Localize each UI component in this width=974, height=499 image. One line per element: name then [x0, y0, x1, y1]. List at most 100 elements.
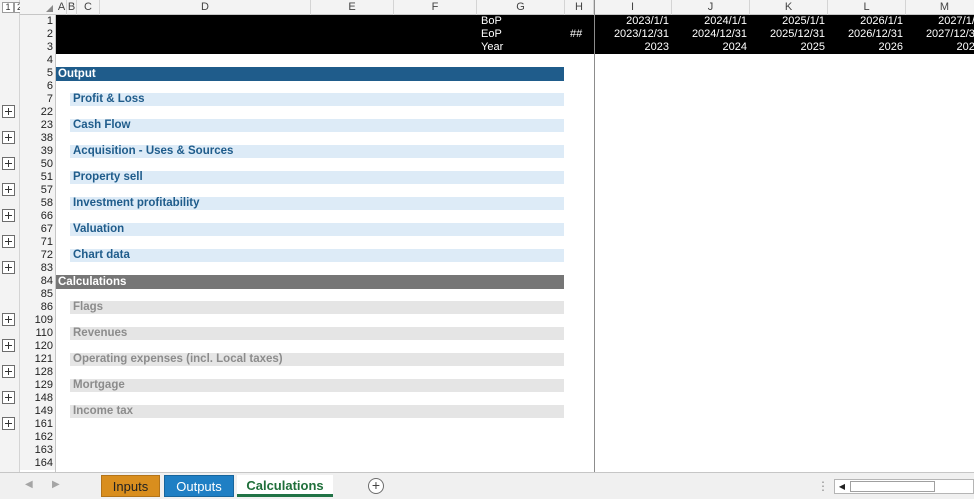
row-header-129[interactable]: 129	[20, 379, 56, 392]
period-start-5: 2027/1/1	[938, 15, 974, 27]
outline-level-1-button[interactable]: 1	[2, 2, 14, 13]
column-header-f[interactable]: F	[394, 0, 477, 15]
plus-box-icon[interactable]	[2, 365, 15, 378]
column-header-c[interactable]: C	[77, 0, 100, 15]
select-all-corner[interactable]	[46, 5, 53, 12]
column-header-h[interactable]: H	[565, 0, 594, 15]
row-header-161[interactable]: 161	[20, 418, 56, 431]
period-start-4: 2026/1/1	[860, 15, 903, 27]
row-header-162[interactable]: 162	[20, 431, 56, 444]
plus-box-icon[interactable]	[2, 313, 15, 326]
row-header-149[interactable]: 149	[20, 405, 56, 418]
row-header-5[interactable]: 5	[20, 67, 56, 80]
row-header-71[interactable]: 71	[20, 236, 56, 249]
row-header-3[interactable]: 3	[20, 41, 56, 54]
tab-outputs[interactable]: Outputs	[164, 475, 234, 497]
row-header-164[interactable]: 164	[20, 457, 56, 470]
row-header-1[interactable]: 1	[20, 15, 56, 28]
freeze-pane-divider	[594, 0, 595, 472]
row-header-4[interactable]: 4	[20, 54, 56, 67]
bop-label: BoP	[481, 15, 502, 27]
column-header-b[interactable]: B	[67, 0, 77, 15]
plus-box-icon[interactable]	[2, 391, 15, 404]
output-item-2[interactable]: Cash Flow	[70, 119, 564, 132]
row-header-84[interactable]: 84	[20, 275, 56, 288]
calculations-item-1[interactable]: Flags	[70, 301, 564, 314]
row-header-58[interactable]: 58	[20, 197, 56, 210]
row-header-120[interactable]: 120	[20, 340, 56, 353]
column-header-a[interactable]: A	[57, 0, 67, 15]
row-header-50[interactable]: 50	[20, 158, 56, 171]
row-header-128[interactable]: 128	[20, 366, 56, 379]
period-year-4: 2026	[878, 41, 903, 53]
plus-box-icon[interactable]	[2, 261, 15, 274]
row-header-109[interactable]: 109	[20, 314, 56, 327]
column-header-e[interactable]: E	[311, 0, 394, 15]
column-header-l[interactable]: L	[828, 0, 906, 15]
row-header-23[interactable]: 23	[20, 119, 56, 132]
split-handle[interactable]: ⋮	[817, 479, 829, 493]
row-header-2[interactable]: 2	[20, 28, 56, 41]
row-header-39[interactable]: 39	[20, 145, 56, 158]
row-header-51[interactable]: 51	[20, 171, 56, 184]
tab-calculations[interactable]: Calculations	[237, 475, 333, 497]
tab-inputs[interactable]: Inputs	[101, 475, 160, 497]
column-header-d[interactable]: D	[100, 0, 311, 15]
nav-next-icon[interactable]: ▶	[52, 479, 60, 490]
row-header-110[interactable]: 110	[20, 327, 56, 340]
caret-left-icon[interactable]: ◀	[835, 480, 849, 493]
calculations-section-header[interactable]: Calculations	[56, 275, 564, 289]
row-header-57[interactable]: 57	[20, 184, 56, 197]
output-section-header[interactable]: Output	[56, 67, 564, 81]
plus-box-icon[interactable]	[2, 209, 15, 222]
calculations-item-2[interactable]: Revenues	[70, 327, 564, 340]
period-end-3: 2025/12/31	[769, 28, 825, 40]
row-header-6[interactable]: 6	[20, 80, 56, 93]
row-header-38[interactable]: 38	[20, 132, 56, 145]
header-band: BoP EoP Year ## 2023/1/1 2023/12/31 2023 20…	[56, 15, 974, 54]
plus-box-icon[interactable]	[2, 157, 15, 170]
plus-box-icon[interactable]	[2, 105, 15, 118]
nav-prev-icon[interactable]: ◀	[25, 479, 33, 490]
row-header-83[interactable]: 83	[20, 262, 56, 275]
row-header-divider	[55, 15, 56, 472]
period-year-3: 2025	[800, 41, 825, 53]
plus-circle-icon[interactable]: +	[368, 478, 384, 494]
hash-marker: ##	[570, 28, 583, 40]
period-start-2: 2024/1/1	[704, 15, 747, 27]
row-header-86[interactable]: 86	[20, 301, 56, 314]
output-item-5[interactable]: Investment profitability	[70, 197, 564, 210]
scrollbar-thumb[interactable]	[850, 481, 935, 492]
row-header-85[interactable]: 85	[20, 288, 56, 301]
column-header-m[interactable]: M	[906, 0, 974, 15]
column-header-g[interactable]: G	[477, 0, 565, 15]
plus-box-icon[interactable]	[2, 417, 15, 430]
plus-box-icon[interactable]	[2, 235, 15, 248]
output-item-4[interactable]: Property sell	[70, 171, 564, 184]
calculations-item-4[interactable]: Mortgage	[70, 379, 564, 392]
calculations-item-3[interactable]: Operating expenses (incl. Local taxes)	[70, 353, 564, 366]
column-header-i[interactable]: I	[594, 0, 672, 15]
period-end-5: 2027/12/31	[925, 28, 974, 40]
output-item-3[interactable]: Acquisition - Uses & Sources	[70, 145, 564, 158]
output-item-1[interactable]: Profit & Loss	[70, 93, 564, 106]
column-header-j[interactable]: J	[672, 0, 750, 15]
period-start-1: 2023/1/1	[626, 15, 669, 27]
row-header-7[interactable]: 7	[20, 93, 56, 106]
column-header-k[interactable]: K	[750, 0, 828, 15]
row-header-148[interactable]: 148	[20, 392, 56, 405]
output-item-7[interactable]: Chart data	[70, 249, 564, 262]
row-header-67[interactable]: 67	[20, 223, 56, 236]
calculations-item-5[interactable]: Income tax	[70, 405, 564, 418]
row-header-163[interactable]: 163	[20, 444, 56, 457]
plus-box-icon[interactable]	[2, 131, 15, 144]
plus-box-icon[interactable]	[2, 183, 15, 196]
row-header-72[interactable]: 72	[20, 249, 56, 262]
row-header-121[interactable]: 121	[20, 353, 56, 366]
plus-box-icon[interactable]	[2, 339, 15, 352]
row-header-22[interactable]: 22	[20, 106, 56, 119]
period-year-5: 2027	[956, 41, 974, 53]
row-header-66[interactable]: 66	[20, 210, 56, 223]
horizontal-scrollbar[interactable]: ◀	[834, 479, 974, 494]
output-item-6[interactable]: Valuation	[70, 223, 564, 236]
